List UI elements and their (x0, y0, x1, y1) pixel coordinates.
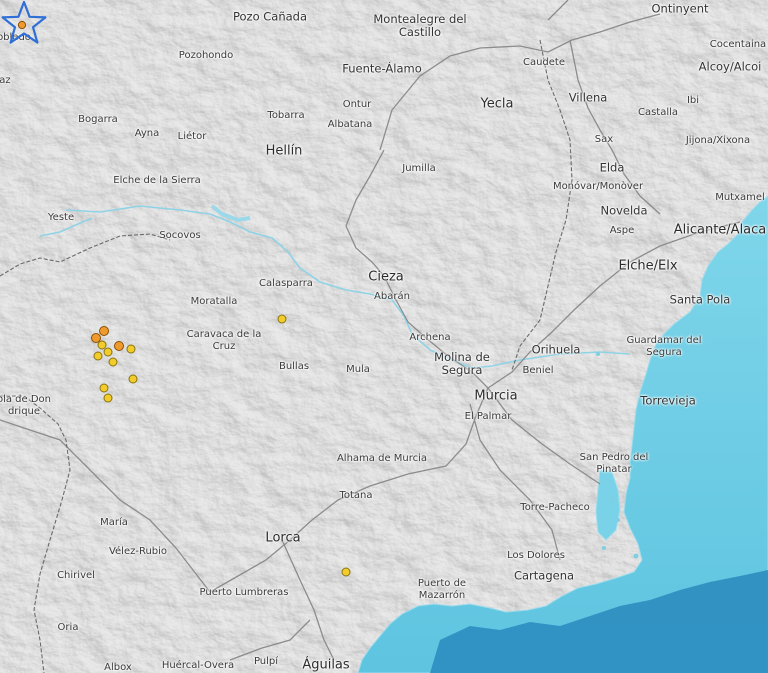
place-label-totana: Totana (339, 490, 373, 501)
place-label-molina: Molina de Segura (434, 350, 490, 377)
place-label-elche-sierra: Elche de la Sierra (113, 175, 201, 186)
place-label-santa-pola: Santa Pola (669, 292, 731, 307)
place-label-caudete: Caudete (522, 57, 566, 68)
place-label-bullas: Bullas (278, 361, 310, 372)
place-label-hellin: Hellín (265, 143, 303, 159)
earthquake-marker[interactable] (126, 344, 136, 354)
place-label-calasparra: Calasparra (259, 278, 313, 289)
place-label-orihuela: Orihuela (531, 342, 581, 357)
place-label-sax: Sax (594, 134, 614, 145)
place-label-ibi: Ibi (686, 95, 700, 106)
place-label-pulpi: Pulpí (253, 656, 279, 667)
place-label-ontur: Ontur (342, 99, 372, 110)
place-label-velez-rubio: Vélez-Rubio (108, 546, 168, 557)
place-label-san-pedro: San Pedro del Pinatar (579, 452, 649, 475)
place-label-lorca: Lorca (265, 530, 301, 546)
place-label-el-palmar: El Palmar (464, 411, 512, 422)
place-label-pozo-canada: Pozo Cañada (232, 9, 308, 24)
map[interactable]: Pozo Cañada Montealegre del Castillo Ontin… (0, 0, 768, 673)
place-label-aguilas: Águilas (302, 657, 350, 673)
place-label-raz: az (0, 75, 11, 86)
place-label-castalla: Castalla (637, 107, 679, 118)
place-label-monovar: Monóvar/Monòver (552, 181, 644, 192)
place-label-alhama: Alhama de Murcia (336, 453, 428, 464)
place-label-caravaca: Caravaca de la Cruz (186, 329, 262, 352)
place-label-puebla-don: ola de Don drique (0, 394, 52, 417)
earthquake-marker[interactable] (108, 357, 118, 367)
place-label-cartagena: Cartagena (513, 568, 575, 583)
earthquake-marker[interactable] (128, 374, 138, 384)
place-label-villena: Villena (568, 90, 608, 105)
place-label-cocentaina: Cocentaina (709, 39, 767, 50)
place-label-oria: Oria (57, 622, 79, 633)
place-label-beniel: Beniel (522, 365, 554, 376)
earthquake-marker[interactable] (103, 347, 113, 357)
place-label-murcia: Murcia (474, 388, 518, 404)
place-label-yecla: Yecla (480, 96, 514, 112)
place-label-puerto-lumbreras: Puerto Lumbreras (199, 587, 289, 598)
place-label-fuente-alamo: Fuente-Álamo (342, 61, 422, 76)
place-label-maria: María (100, 517, 128, 528)
place-label-elda: Elda (599, 160, 625, 175)
place-label-ontinyent: Ontinyent (651, 1, 709, 16)
place-label-torrevieja: Torrevieja (640, 393, 696, 408)
place-label-socovos: Socovos (159, 230, 201, 241)
place-label-elche: Elche/Elx (618, 258, 678, 274)
place-label-mula: Mula (346, 364, 370, 375)
place-label-huercal: Huércal-Overa (161, 660, 235, 671)
place-label-jijona: Jijona/Xixona (685, 135, 751, 146)
place-label-chirivel: Chirivel (57, 570, 95, 581)
place-label-lietor: Liétor (177, 131, 207, 142)
place-label-alcoy: Alcoy/Alcoi (698, 59, 762, 74)
place-label-torre-pacheco: Torre-Pacheco (520, 502, 590, 513)
place-label-abaran: Abarán (374, 291, 410, 302)
epicenter-marker (17, 20, 27, 30)
earthquake-marker[interactable] (103, 393, 113, 403)
place-label-albatana: Albatana (327, 119, 373, 130)
place-label-los-dolores: Los Dolores (507, 550, 565, 561)
earthquake-marker[interactable] (99, 326, 109, 336)
place-label-montealegre: Montealegre del Castillo (373, 12, 467, 39)
place-label-ayna: Ayna (134, 128, 160, 139)
place-label-moratalla: Moratalla (190, 296, 238, 307)
earthquake-marker[interactable] (341, 567, 351, 577)
place-label-aspe: Aspe (609, 225, 635, 236)
earthquake-marker[interactable] (277, 314, 287, 324)
earthquake-marker[interactable] (93, 351, 103, 361)
place-label-bogarra: Bogarra (78, 114, 118, 125)
star-icon[interactable] (0, 0, 48, 48)
place-label-novelda: Novelda (600, 203, 648, 218)
place-label-cieza: Cieza (368, 269, 404, 285)
place-label-guardamar: Guardamar del Segura (626, 335, 702, 358)
place-label-alicante: Alicante/Alaca (673, 222, 767, 238)
place-label-pozohondo: Pozohondo (178, 50, 234, 61)
place-label-tobarra: Tobarra (267, 110, 305, 121)
place-label-mutxamel: Mutxamel (715, 192, 765, 203)
place-label-yeste: Yeste (47, 212, 75, 223)
place-label-puerto-mazarron: Puerto de Mazarrón (417, 578, 467, 601)
place-label-jumilla: Jumilla (402, 163, 436, 174)
place-label-archena: Archena (409, 332, 451, 343)
earthquake-marker[interactable] (99, 383, 109, 393)
earthquake-marker[interactable] (114, 341, 124, 351)
place-label-albox: Albox (104, 662, 132, 673)
